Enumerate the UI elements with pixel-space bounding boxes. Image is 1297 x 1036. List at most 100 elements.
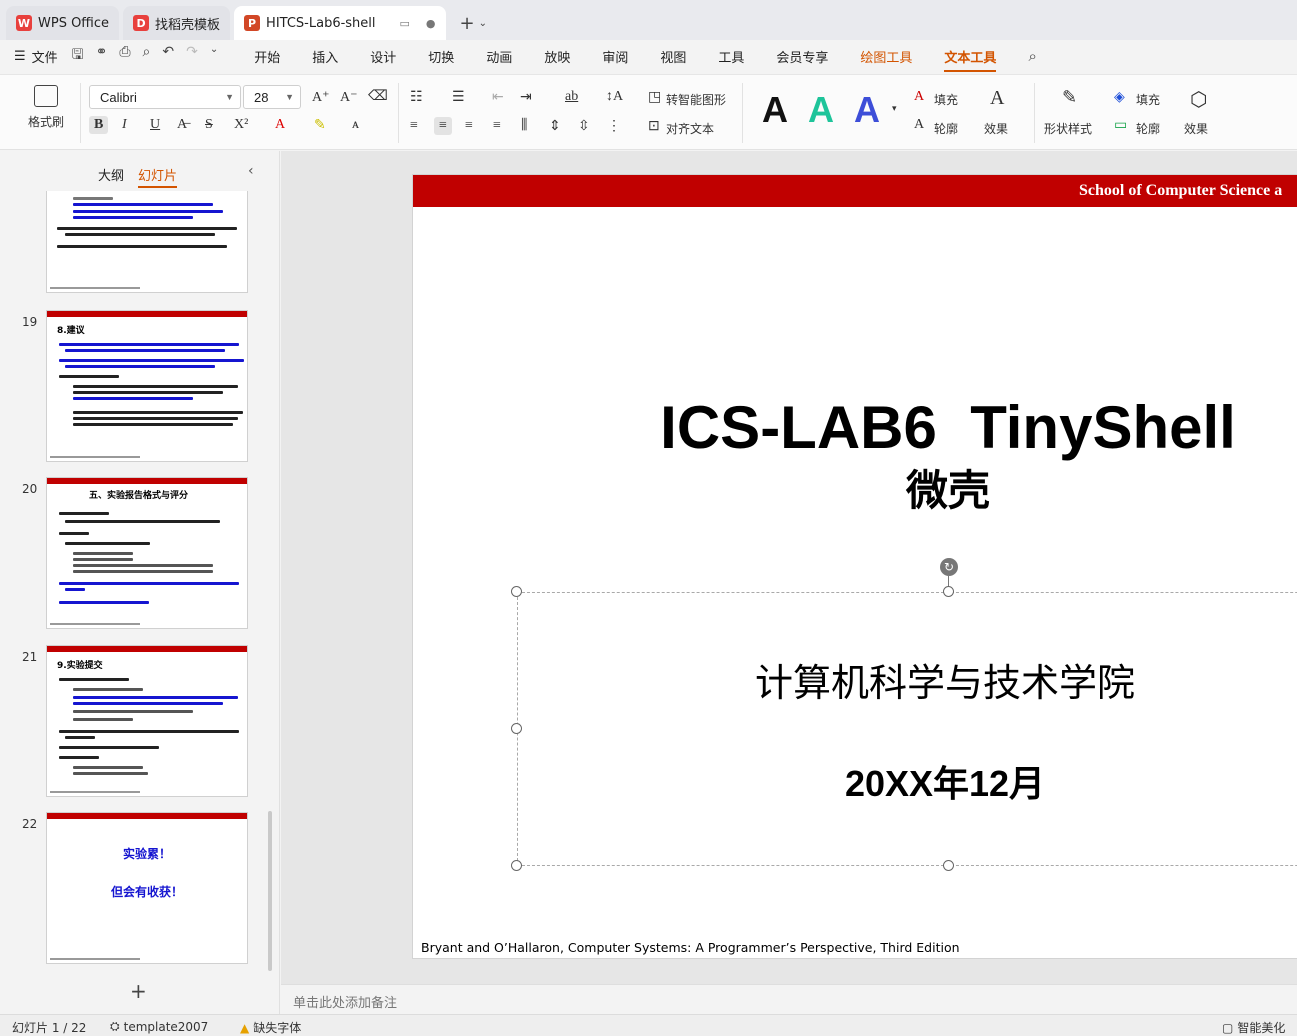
shape-outline-icon[interactable]: ▭: [1114, 117, 1127, 134]
text-outline-label[interactable]: 轮廓: [934, 120, 958, 137]
smart-beautify-button[interactable]: ▢ 智能美化: [1222, 1019, 1285, 1036]
gallery-more-icon[interactable]: ▾: [892, 103, 897, 114]
slide-thumbnail-20[interactable]: 五、实验报告格式与评分: [46, 477, 248, 629]
align-text-icon[interactable]: ⊡: [648, 118, 660, 135]
menu-review[interactable]: 审阅: [602, 47, 628, 66]
menu-slideshow[interactable]: 放映: [544, 47, 570, 66]
text-effect-label[interactable]: 效果: [984, 120, 1008, 137]
bold-icon[interactable]: B: [89, 116, 109, 134]
wordart-style-blue[interactable]: A: [854, 92, 880, 128]
menu-transition[interactable]: 切换: [428, 47, 454, 66]
distribute-icon[interactable]: ⫼: [521, 118, 527, 134]
slide-date[interactable]: 20XX年12月: [517, 755, 1297, 807]
tab-wps-office[interactable]: W WPS Office: [6, 6, 120, 40]
numbering-icon[interactable]: ☰: [452, 89, 465, 106]
justify-icon[interactable]: ≡: [493, 118, 501, 134]
line-spacing-icon[interactable]: ⇕: [549, 118, 561, 135]
align-left-icon[interactable]: ≡: [410, 118, 418, 134]
slide-thumbnail-21[interactable]: 9.实验提交: [46, 645, 248, 797]
menu-home[interactable]: 开始: [254, 47, 280, 66]
notes-placeholder[interactable]: 单击此处添加备注: [293, 992, 397, 1011]
slide-school-name[interactable]: 计算机科学与技术学院: [517, 652, 1297, 707]
wordart-style-black[interactable]: A: [762, 92, 788, 128]
text-spacing-icon[interactable]: ab: [565, 89, 578, 105]
increase-font-icon[interactable]: A⁺: [312, 89, 330, 106]
decrease-indent-icon[interactable]: ⇤: [492, 89, 504, 106]
paragraph-spacing-icon[interactable]: ⇳: [578, 118, 590, 135]
text-outline-icon[interactable]: A: [914, 117, 924, 133]
format-painter-button[interactable]: 格式刷: [28, 85, 64, 130]
align-center-icon[interactable]: ≡: [434, 117, 452, 135]
resize-handle-top[interactable]: [943, 586, 954, 597]
resize-handle-top-left[interactable]: [511, 586, 522, 597]
collapse-panel-icon[interactable]: ‹: [248, 163, 254, 179]
tab-outline[interactable]: 大纲: [98, 165, 124, 188]
text-direction-icon[interactable]: ↕A: [606, 89, 623, 105]
phonetic-icon[interactable]: ᴀ: [352, 117, 359, 133]
screen-icon[interactable]: ▭: [400, 17, 410, 30]
missing-font-indicator[interactable]: ▲ 缺失字体: [240, 1019, 301, 1036]
rotate-handle-icon[interactable]: ↻: [940, 558, 958, 576]
slide-thumbnail-19[interactable]: 8.建议: [46, 310, 248, 462]
new-tab-button[interactable]: + ⌄: [450, 6, 497, 40]
tab-hitcs-lab6-shell[interactable]: P HITCS-Lab6-shell ▭ ●: [234, 6, 446, 40]
text-effect-icon[interactable]: A: [990, 87, 1004, 110]
notes-area[interactable]: 单击此处添加备注: [281, 984, 1297, 1014]
decrease-font-icon[interactable]: A⁻: [340, 89, 358, 106]
current-slide[interactable]: School of Computer Science a ICS-LAB6 Ti…: [412, 174, 1297, 959]
selected-text-box[interactable]: [517, 592, 1297, 866]
menu-animation[interactable]: 动画: [486, 47, 512, 66]
menu-member[interactable]: 会员专享: [776, 47, 828, 66]
shape-outline-label[interactable]: 轮廓: [1136, 120, 1160, 137]
print-preview-icon[interactable]: ⌕: [143, 44, 151, 68]
template-indicator[interactable]: ⛭ template2007: [110, 1019, 208, 1034]
text-fill-icon[interactable]: A: [914, 89, 924, 105]
tab-slides[interactable]: 幻灯片: [138, 165, 178, 188]
more-chevron-icon[interactable]: ⌄: [210, 44, 218, 68]
menu-tools[interactable]: 工具: [718, 47, 744, 66]
slide-thumbnail-18[interactable]: [46, 191, 248, 293]
smart-shape-icon[interactable]: ◳: [648, 89, 661, 106]
chevron-down-icon[interactable]: ⌄: [479, 18, 487, 29]
menu-drawing-tools[interactable]: 绘图工具: [860, 47, 912, 66]
font-name-select[interactable]: Calibri ▼: [89, 85, 241, 109]
slide-thumbnail-22[interactable]: 实验累！ 但会有收获！: [46, 812, 248, 964]
align-right-icon[interactable]: ≡: [465, 118, 473, 134]
shape-style-icon[interactable]: ✎: [1062, 87, 1077, 108]
shape-fill-label[interactable]: 填充: [1136, 91, 1160, 108]
highlight-icon[interactable]: ✎: [314, 117, 326, 134]
increase-indent-icon[interactable]: ⇥: [520, 89, 532, 106]
search-icon[interactable]: ⌕: [1028, 47, 1036, 65]
menu-design[interactable]: 设计: [370, 47, 396, 66]
underline-icon[interactable]: U: [150, 117, 160, 133]
strikethrough-icon[interactable]: A̶: [177, 117, 187, 133]
tab-docer-templates[interactable]: D 找稻壳模板: [123, 6, 231, 40]
bullets-icon[interactable]: ☷: [410, 89, 423, 106]
menu-text-tools[interactable]: 文本工具: [944, 47, 997, 72]
save-icon[interactable]: 🖫: [72, 44, 84, 68]
resize-handle-bottom[interactable]: [943, 860, 954, 871]
shape-style-label[interactable]: 形状样式: [1044, 120, 1092, 137]
text-fill-label[interactable]: 填充: [934, 91, 958, 108]
redo-icon[interactable]: ↷: [186, 44, 198, 68]
resize-handle-bottom-left[interactable]: [511, 860, 522, 871]
shape-fill-icon[interactable]: ◈: [1114, 89, 1125, 106]
resize-handle-left[interactable]: [511, 723, 522, 734]
italic-icon[interactable]: I: [122, 117, 127, 133]
font-color-icon[interactable]: A: [275, 117, 285, 133]
menu-view[interactable]: 视图: [660, 47, 686, 66]
unsaved-dot-icon[interactable]: ●: [426, 17, 436, 30]
shape-effect-icon[interactable]: ⬡: [1190, 87, 1207, 112]
panel-scrollbar[interactable]: [268, 811, 272, 971]
slide-subtitle[interactable]: 微壳: [413, 465, 1297, 517]
column-icon[interactable]: ⋮: [607, 118, 621, 135]
wordart-style-teal[interactable]: A: [808, 92, 834, 128]
file-menu[interactable]: ☰ 文件: [14, 47, 58, 66]
font-size-select[interactable]: 28 ▼: [243, 85, 301, 109]
menu-insert[interactable]: 插入: [312, 47, 338, 66]
add-slide-icon[interactable]: +: [130, 979, 147, 1003]
shadow-text-icon[interactable]: S: [205, 117, 213, 133]
undo-icon[interactable]: ↶: [162, 44, 174, 68]
align-text-label[interactable]: 对齐文本: [666, 120, 714, 137]
shape-effect-label[interactable]: 效果: [1184, 120, 1208, 137]
